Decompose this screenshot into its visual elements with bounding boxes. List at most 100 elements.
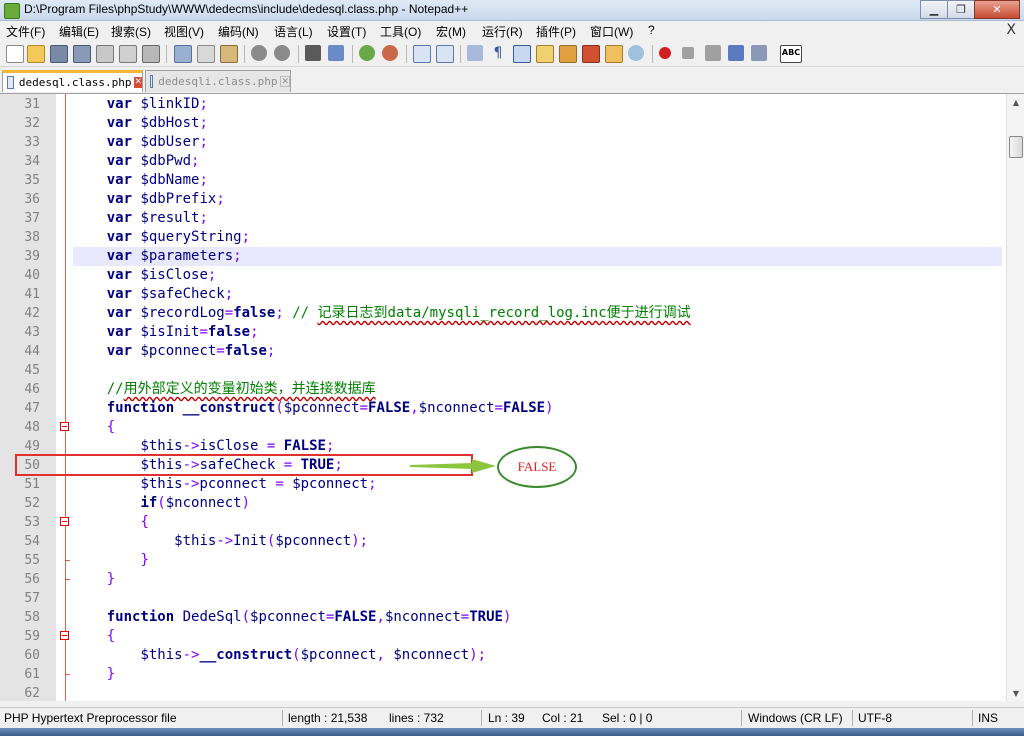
fold-toggle-icon[interactable] bbox=[60, 517, 69, 526]
fold-toggle-icon[interactable] bbox=[60, 631, 69, 640]
show-all-chars-icon[interactable]: ¶ bbox=[490, 45, 506, 61]
code-line[interactable]: 48 { bbox=[0, 418, 1006, 437]
record-macro-icon[interactable] bbox=[659, 47, 671, 59]
print-icon[interactable] bbox=[142, 45, 160, 63]
menu-language[interactable]: 语言(L) bbox=[274, 23, 313, 40]
code-token: ; bbox=[241, 229, 251, 245]
code-line[interactable]: 53 { bbox=[0, 513, 1006, 532]
code-line[interactable]: 32 var $dbHost; bbox=[0, 114, 1006, 133]
code-line[interactable]: 36 var $dbPrefix; bbox=[0, 190, 1006, 209]
scroll-thumb[interactable] bbox=[1009, 136, 1023, 158]
code-line[interactable]: 45 bbox=[0, 361, 1006, 380]
code-line[interactable]: 35 var $dbName; bbox=[0, 171, 1006, 190]
code-line[interactable]: 56 } bbox=[0, 570, 1006, 589]
zoom-in-icon[interactable] bbox=[359, 45, 375, 61]
open-file-icon[interactable] bbox=[27, 45, 45, 63]
menu-help[interactable]: ? bbox=[648, 23, 655, 37]
paste-icon[interactable] bbox=[220, 45, 238, 63]
sync-vertical-icon[interactable] bbox=[413, 45, 431, 63]
menu-plugins[interactable]: 插件(P) bbox=[536, 23, 576, 40]
menu-encoding[interactable]: 编码(N) bbox=[218, 23, 259, 40]
fold-toggle-icon[interactable] bbox=[60, 422, 69, 431]
code-line[interactable]: 62 bbox=[0, 684, 1006, 701]
code-line[interactable]: 42 var $recordLog=false; // 记录日志到data/my… bbox=[0, 304, 1006, 323]
replace-icon[interactable] bbox=[328, 45, 344, 61]
code-line[interactable]: 39 var $parameters; bbox=[0, 247, 1006, 266]
close-all-icon[interactable] bbox=[119, 45, 137, 63]
code-line[interactable]: 38 var $queryString; bbox=[0, 228, 1006, 247]
code-line[interactable]: 57 bbox=[0, 589, 1006, 608]
spell-check-icon[interactable]: ABC bbox=[780, 45, 802, 63]
close-document-button[interactable]: X bbox=[1006, 22, 1016, 38]
menu-edit[interactable]: 编辑(E) bbox=[59, 23, 99, 40]
user-lang-icon[interactable] bbox=[536, 45, 554, 63]
save-macro-icon[interactable] bbox=[751, 45, 767, 61]
code-line[interactable]: 52 if($nconnect) bbox=[0, 494, 1006, 513]
code-line[interactable]: 59 { bbox=[0, 627, 1006, 646]
code-text: function __construct($pconnect=FALSE,$nc… bbox=[73, 399, 1002, 418]
word-wrap-icon[interactable] bbox=[467, 45, 483, 61]
minimize-button[interactable]: ▁ bbox=[920, 0, 948, 19]
vertical-scrollbar[interactable]: ▲ ▼ bbox=[1006, 94, 1024, 701]
tab-close-icon[interactable]: ✕ bbox=[280, 76, 290, 87]
find-icon[interactable] bbox=[305, 45, 321, 61]
code-line[interactable]: 41 var $safeCheck; bbox=[0, 285, 1006, 304]
menu-settings[interactable]: 设置(T) bbox=[327, 23, 366, 40]
copy-icon[interactable] bbox=[197, 45, 215, 63]
scroll-down-icon[interactable]: ▼ bbox=[1007, 685, 1024, 701]
doc-map-icon[interactable] bbox=[559, 45, 577, 63]
undo-icon[interactable] bbox=[251, 45, 267, 61]
code-line[interactable]: 44 var $pconnect=false; bbox=[0, 342, 1006, 361]
play-macro-icon[interactable] bbox=[705, 45, 721, 61]
code-line[interactable]: 61 } bbox=[0, 665, 1006, 684]
menu-tools[interactable]: 工具(O) bbox=[380, 23, 421, 40]
menu-run[interactable]: 运行(R) bbox=[482, 23, 523, 40]
code-line[interactable]: 46 //用外部定义的变量初始类，并连接数据库 bbox=[0, 380, 1006, 399]
folder-workspace-icon[interactable] bbox=[605, 45, 623, 63]
menu-view[interactable]: 视图(V) bbox=[164, 23, 204, 40]
tab-dedesqli[interactable]: dedesqli.class.php ✕ bbox=[145, 70, 291, 92]
tab-dedesql[interactable]: dedesql.class.php ✕ bbox=[2, 70, 143, 92]
code-line[interactable]: 31 var $linkID; bbox=[0, 95, 1006, 114]
stop-macro-icon[interactable] bbox=[682, 47, 694, 59]
function-list-icon[interactable] bbox=[582, 45, 600, 63]
code-token: $pconnect bbox=[283, 400, 360, 416]
code-line[interactable]: 37 var $result; bbox=[0, 209, 1006, 228]
redo-icon[interactable] bbox=[274, 45, 290, 61]
code-line[interactable]: 54 $this->Init($pconnect); bbox=[0, 532, 1006, 551]
menu-search[interactable]: 搜索(S) bbox=[111, 23, 151, 40]
code-line[interactable]: 58 function DedeSql($pconnect = FALSE,$nco… bbox=[0, 608, 1006, 627]
menu-file[interactable]: 文件(F) bbox=[6, 23, 45, 40]
code-token: = bbox=[216, 343, 225, 359]
scroll-up-icon[interactable]: ▲ bbox=[1007, 94, 1024, 110]
code-line[interactable]: 47 function __construct($pconnect=FALSE,… bbox=[0, 399, 1006, 418]
code-line[interactable]: 34 var $dbPwd; bbox=[0, 152, 1006, 171]
code-line[interactable]: 33 var $dbUser; bbox=[0, 133, 1006, 152]
indent-guide-icon[interactable] bbox=[513, 45, 531, 63]
zoom-out-icon[interactable] bbox=[382, 45, 398, 61]
close-icon[interactable] bbox=[96, 45, 114, 63]
window-controls: ▁ ❐ ✕ bbox=[920, 0, 1020, 19]
line-number: 45 bbox=[24, 363, 40, 378]
save-all-icon[interactable] bbox=[73, 45, 91, 63]
save-icon[interactable] bbox=[50, 45, 68, 63]
tab-close-icon[interactable]: ✕ bbox=[134, 77, 142, 88]
sync-horizontal-icon[interactable] bbox=[436, 45, 454, 63]
menu-window[interactable]: 窗口(W) bbox=[590, 23, 633, 40]
code-line[interactable]: 55 } bbox=[0, 551, 1006, 570]
toolbar-separator bbox=[298, 45, 299, 63]
code-line[interactable]: 43 var $isInit=false; bbox=[0, 323, 1006, 342]
code-line[interactable]: 40 var $isClose; bbox=[0, 266, 1006, 285]
notepadpp-app-icon[interactable] bbox=[4, 3, 20, 19]
code-line[interactable]: 60 $this->__construct($pconnect, $nconne… bbox=[0, 646, 1006, 665]
new-file-icon[interactable] bbox=[6, 45, 24, 63]
menu-macro[interactable]: 宏(M) bbox=[436, 23, 466, 40]
run-macro-multiple-icon[interactable] bbox=[728, 45, 744, 61]
cut-icon[interactable] bbox=[174, 45, 192, 63]
monitoring-icon[interactable] bbox=[628, 45, 644, 61]
code-token: { bbox=[106, 419, 116, 435]
close-window-button[interactable]: ✕ bbox=[974, 0, 1020, 19]
restore-button[interactable]: ❐ bbox=[947, 0, 975, 19]
code-editor[interactable]: 31 var $linkID; 32 var $dbHost; 33 var $db… bbox=[0, 94, 1006, 701]
